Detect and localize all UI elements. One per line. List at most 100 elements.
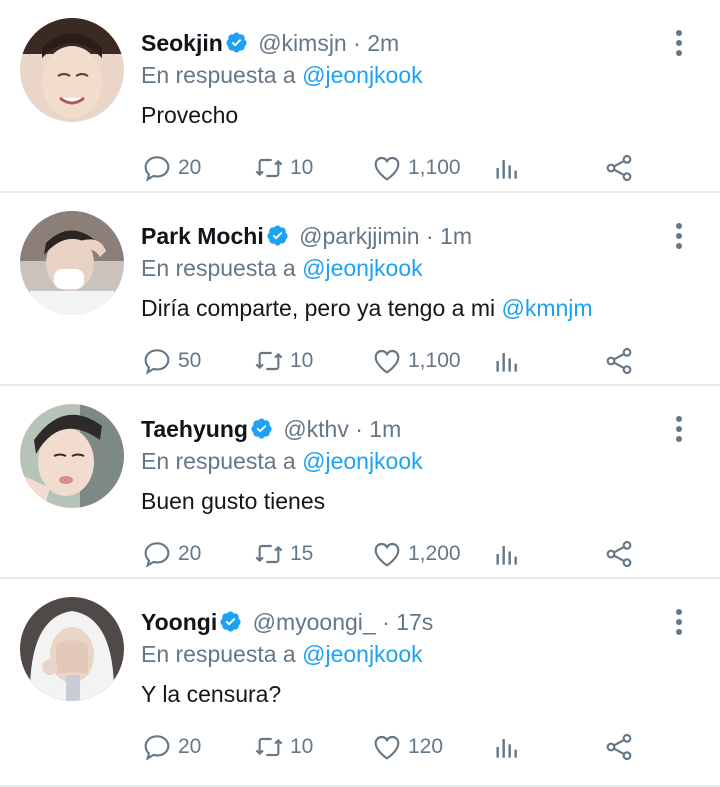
- like-button[interactable]: 1,100: [371, 343, 461, 379]
- analytics-icon: [496, 546, 517, 565]
- share-button[interactable]: [603, 729, 635, 765]
- tweet-body: Provecho: [141, 102, 239, 128]
- retweet-button[interactable]: 10: [253, 150, 313, 186]
- separator-dot: ·: [425, 223, 434, 249]
- more-options-icon[interactable]: [674, 30, 684, 58]
- like-button[interactable]: 1,100: [371, 150, 461, 186]
- retweet-button[interactable]: 10: [253, 729, 313, 765]
- reply-button[interactable]: 20: [141, 150, 201, 186]
- heart-icon: [374, 542, 400, 567]
- share-button[interactable]: [603, 150, 635, 186]
- user-handle[interactable]: @kthv: [283, 416, 349, 442]
- reply-mention-link[interactable]: @jeonjkook: [302, 255, 423, 281]
- tweet-body: Y la censura?: [141, 681, 282, 707]
- analytics-button[interactable]: [491, 150, 523, 186]
- reply-context: En respuesta a @jeonjkook: [141, 446, 423, 476]
- reply-count: 20: [178, 156, 202, 179]
- display-name[interactable]: Park Mochi: [141, 223, 264, 249]
- avatar[interactable]: [20, 211, 124, 315]
- reply-icon: [144, 349, 170, 375]
- share-icon: [606, 733, 632, 761]
- retweet-count: 15: [290, 542, 314, 565]
- reply-count: 20: [178, 542, 202, 565]
- avatar[interactable]: [20, 597, 124, 701]
- tweet-text: Buen gusto tienes: [141, 486, 325, 516]
- timestamp[interactable]: 1m: [369, 416, 401, 442]
- reply-context: En respuesta a @jeonjkook: [141, 253, 423, 283]
- reply-prefix: En respuesta a: [141, 255, 296, 281]
- verified-badge-icon: [267, 225, 288, 246]
- reply-button[interactable]: 20: [141, 729, 201, 765]
- tweet-body: Buen gusto tienes: [141, 488, 326, 514]
- more-options-icon[interactable]: [674, 416, 684, 444]
- heart-icon: [374, 156, 400, 181]
- retweet-count: 10: [290, 735, 314, 758]
- like-button[interactable]: 1,200: [371, 536, 461, 572]
- tweet-actions: 50 10 1,100: [141, 343, 720, 379]
- avatar[interactable]: [20, 18, 124, 122]
- user-handle[interactable]: @kimsjn: [258, 30, 347, 56]
- retweet-icon: [255, 158, 283, 178]
- tweet-text: Provecho: [141, 100, 238, 130]
- verified-badge-icon: [226, 32, 247, 53]
- like-count: 120: [408, 735, 444, 758]
- timestamp[interactable]: 1m: [440, 223, 472, 249]
- analytics-icon: [496, 739, 517, 758]
- tweet-text: Y la censura?: [141, 679, 281, 709]
- reply-prefix: En respuesta a: [141, 62, 296, 88]
- avatar[interactable]: [20, 404, 124, 508]
- tweet-feed: Seokjin @kimsjn · 2m En respuesta a @jeo…: [0, 0, 720, 787]
- verified-badge-icon: [220, 611, 241, 632]
- retweet-icon: [255, 737, 283, 757]
- separator-dot: ·: [353, 30, 361, 56]
- share-button[interactable]: [603, 343, 635, 379]
- tweet-body: Diría comparte, pero ya tengo a mi: [141, 295, 496, 321]
- retweet-count: 10: [290, 349, 314, 372]
- timestamp[interactable]: 17s: [396, 609, 433, 635]
- share-icon: [606, 347, 632, 375]
- reply-icon: [144, 735, 170, 761]
- retweet-count: 10: [290, 156, 314, 179]
- reply-count: 20: [178, 735, 202, 758]
- display-name[interactable]: Taehyung: [141, 416, 248, 442]
- reply-prefix: En respuesta a: [141, 448, 296, 474]
- verified-badge-icon: [251, 418, 272, 439]
- reply-mention-link[interactable]: @jeonjkook: [302, 62, 423, 88]
- like-count: 1,200: [408, 542, 461, 565]
- tweet[interactable]: Yoongi @myoongi_ · 17s En respuesta a @j…: [0, 579, 720, 787]
- display-name[interactable]: Yoongi: [141, 609, 217, 635]
- heart-icon: [374, 735, 400, 760]
- tweet[interactable]: Park Mochi @parkjjimin · 1m En respuesta…: [0, 193, 720, 386]
- reply-button[interactable]: 50: [141, 343, 201, 379]
- like-button[interactable]: 120: [371, 729, 443, 765]
- like-count: 1,100: [408, 349, 461, 372]
- tweet-text: Diría comparte, pero ya tengo a mi @kmnj…: [141, 293, 593, 323]
- body-mention-link[interactable]: @kmnjm: [502, 295, 593, 321]
- tweet-actions: 20 10 1,100: [141, 150, 720, 186]
- analytics-button[interactable]: [491, 536, 523, 572]
- analytics-button[interactable]: [491, 343, 523, 379]
- retweet-button[interactable]: 15: [253, 536, 313, 572]
- share-button[interactable]: [603, 536, 635, 572]
- display-name[interactable]: Seokjin: [141, 30, 223, 56]
- more-options-icon[interactable]: [674, 609, 684, 637]
- tweet[interactable]: Seokjin @kimsjn · 2m En respuesta a @jeo…: [0, 0, 720, 193]
- retweet-icon: [255, 544, 283, 564]
- timestamp[interactable]: 2m: [367, 30, 399, 56]
- reply-mention-link[interactable]: @jeonjkook: [302, 448, 423, 474]
- reply-icon: [144, 156, 170, 182]
- user-handle[interactable]: @myoongi_: [253, 609, 376, 635]
- tweet[interactable]: Taehyung @kthv · 1m En respuesta a @jeon…: [0, 386, 720, 579]
- separator-dot: ·: [355, 416, 363, 442]
- heart-icon: [374, 349, 400, 374]
- retweet-button[interactable]: 10: [253, 343, 313, 379]
- analytics-icon: [496, 160, 517, 179]
- more-options-icon[interactable]: [674, 223, 684, 251]
- like-count: 1,100: [408, 156, 461, 179]
- reply-context: En respuesta a @jeonjkook: [141, 639, 423, 669]
- reply-count: 50: [178, 349, 202, 372]
- reply-button[interactable]: 20: [141, 536, 201, 572]
- reply-mention-link[interactable]: @jeonjkook: [302, 641, 423, 667]
- user-handle[interactable]: @parkjjimin: [299, 223, 419, 249]
- analytics-button[interactable]: [491, 729, 523, 765]
